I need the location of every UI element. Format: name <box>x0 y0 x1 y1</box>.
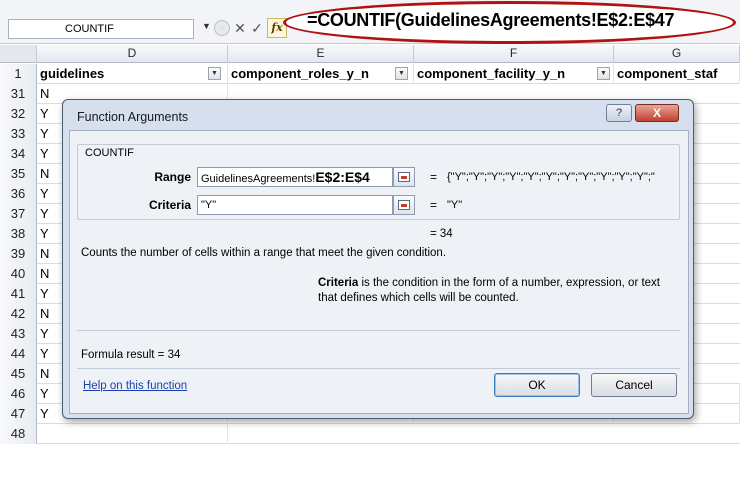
cancel-button[interactable]: Cancel <box>591 373 677 397</box>
header-cell-component-staff[interactable]: component_staf <box>614 64 740 84</box>
row-number[interactable]: 34 <box>0 144 37 164</box>
criteria-equals: = <box>430 198 438 212</box>
range-label: Range <box>154 170 191 184</box>
filter-dropdown-icon[interactable]: ▼ <box>597 67 610 80</box>
formula-result-label: Formula result = <box>81 349 165 361</box>
help-on-function-link[interactable]: Help on this function <box>83 380 187 392</box>
row-number[interactable]: 35 <box>0 164 37 184</box>
range-input[interactable]: GuidelinesAgreements!E$2:E$4 <box>197 167 393 187</box>
row-number[interactable]: 48 <box>0 424 37 444</box>
select-all-corner[interactable] <box>0 45 37 63</box>
name-box-dropdown-icon[interactable]: ▼ <box>202 21 211 31</box>
row-number[interactable]: 33 <box>0 124 37 144</box>
row-number[interactable]: 41 <box>0 284 37 304</box>
header-cell-guidelines[interactable]: guidelines <box>37 64 228 84</box>
argument-description: is the condition in the form of a number… <box>318 277 661 304</box>
row-number[interactable]: 46 <box>0 384 37 404</box>
row-number[interactable]: 42 <box>0 304 37 324</box>
argument-help: Criteria is the condition in the form of… <box>318 276 678 306</box>
criteria-evaluated-value: "Y" <box>447 199 463 211</box>
divider <box>77 368 680 369</box>
table-row: 48 <box>0 424 740 444</box>
total-result-preview: = 34 <box>430 228 453 240</box>
row-number[interactable]: 40 <box>0 264 37 284</box>
formula-bar-expand-icon: ◦ <box>214 20 230 36</box>
filter-dropdown-icon[interactable]: ▼ <box>395 67 408 80</box>
help-button[interactable]: ? <box>606 104 632 122</box>
criteria-collapse-icon[interactable] <box>393 195 415 215</box>
row-number[interactable]: 39 <box>0 244 37 264</box>
column-header-g[interactable]: G <box>614 45 740 63</box>
divider <box>77 330 680 331</box>
range-value-suffix: E$2:E$4 <box>315 169 370 185</box>
argument-name: Criteria <box>318 277 359 289</box>
range-collapse-icon[interactable] <box>393 167 415 187</box>
formula-bar: COUNTIF ▼ ◦ ✕ ✓ fx =COUNTIF(GuidelinesAg… <box>0 0 740 44</box>
cancel-edit-icon[interactable]: ✕ <box>233 20 247 37</box>
header-cell-component-roles[interactable]: component_roles_y_n <box>228 64 414 84</box>
function-arguments-dialog: Function Arguments ? X COUNTIF Range Gui… <box>62 99 694 419</box>
formula-bar-buttons: ◦ ✕ ✓ fx <box>214 18 287 38</box>
column-header-e[interactable]: E <box>228 45 414 63</box>
column-header-d[interactable]: D <box>37 45 228 63</box>
row-number[interactable]: 31 <box>0 84 37 104</box>
enter-edit-icon[interactable]: ✓ <box>250 20 264 37</box>
row-number[interactable]: 38 <box>0 224 37 244</box>
row-number[interactable]: 43 <box>0 324 37 344</box>
function-description: Counts the number of cells within a rang… <box>81 247 447 259</box>
formula-result-value: 34 <box>167 349 181 361</box>
header-cell-component-facility[interactable]: component_facility_y_n <box>414 64 614 84</box>
row-number[interactable]: 1 <box>0 64 37 84</box>
range-evaluated-value: {"Y";"Y";"Y";"Y";"Y";"Y";"Y";"Y";"Y";"Y"… <box>447 171 655 183</box>
formula-result: Formula result = 34 <box>81 349 180 361</box>
criteria-label: Criteria <box>148 198 191 212</box>
row-number[interactable]: 45 <box>0 364 37 384</box>
close-button[interactable]: X <box>635 104 679 122</box>
ok-button[interactable]: OK <box>494 373 580 397</box>
filter-dropdown-icon[interactable]: ▼ <box>208 67 221 80</box>
row-number[interactable]: 47 <box>0 404 37 424</box>
formula-input[interactable]: =COUNTIF(GuidelinesAgreements!E$2:E$47 <box>307 10 675 31</box>
row-number[interactable]: 44 <box>0 344 37 364</box>
range-value-prefix: GuidelinesAgreements! <box>201 173 316 185</box>
row-number[interactable]: 32 <box>0 104 37 124</box>
row-number[interactable]: 36 <box>0 184 37 204</box>
cell-d[interactable] <box>37 424 228 444</box>
row-number[interactable]: 37 <box>0 204 37 224</box>
table-header-row: 1 guidelines ▼ component_roles_y_n ▼ com… <box>0 64 740 84</box>
function-name-label: COUNTIF <box>83 147 136 159</box>
column-header-f[interactable]: F <box>414 45 614 63</box>
name-box[interactable]: COUNTIF <box>8 19 194 39</box>
criteria-input[interactable]: "Y" <box>197 195 393 215</box>
dialog-title: Function Arguments <box>77 110 189 124</box>
range-equals: = <box>430 170 438 184</box>
